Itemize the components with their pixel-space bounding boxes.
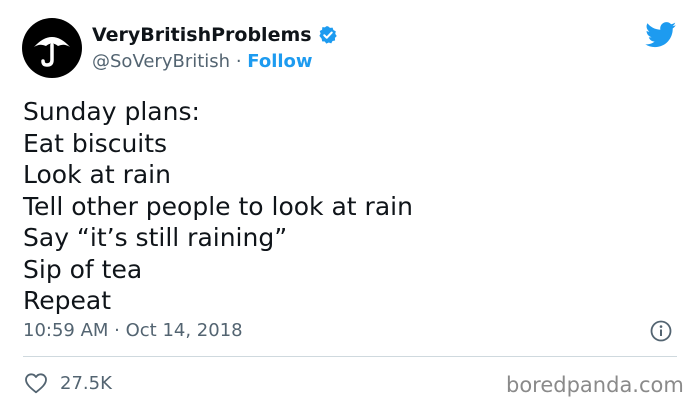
avatar[interactable]: [22, 18, 82, 78]
tweet-line: Look at rain: [23, 160, 171, 189]
umbrella-icon: [34, 37, 70, 67]
tweet-line: Say “it’s still raining”: [23, 223, 288, 252]
author-handle-row: @SoVeryBritish · Follow: [92, 51, 313, 72]
tweet-text: Sunday plans: Eat biscuits Look at rain …: [23, 96, 413, 317]
twitter-bird-icon[interactable]: [645, 22, 677, 48]
like-button[interactable]: 27.5K: [24, 372, 112, 394]
info-icon[interactable]: [650, 320, 672, 342]
heart-icon: [25, 373, 47, 394]
verified-badge-icon: [318, 26, 337, 44]
author-handle[interactable]: @SoVeryBritish: [92, 51, 230, 72]
handle-separator: ·: [235, 51, 242, 72]
divider: [23, 356, 677, 357]
watermark: boredpanda.com: [506, 373, 684, 397]
tweet-timestamp[interactable]: 10:59 AM · Oct 14, 2018: [23, 320, 243, 341]
like-count: 27.5K: [60, 372, 112, 394]
tweet-line: Sip of tea: [23, 254, 143, 284]
author-display-name[interactable]: VeryBritishProblems: [92, 24, 312, 46]
tweet-line: Eat biscuits: [23, 128, 168, 158]
tweet-line: Tell other people to look at rain: [23, 191, 413, 221]
follow-button[interactable]: Follow: [247, 51, 312, 72]
author-display-name-row[interactable]: VeryBritishProblems: [92, 24, 338, 46]
tweet-line: Repeat: [23, 286, 112, 315]
tweet-line: Sunday plans:: [23, 97, 200, 126]
